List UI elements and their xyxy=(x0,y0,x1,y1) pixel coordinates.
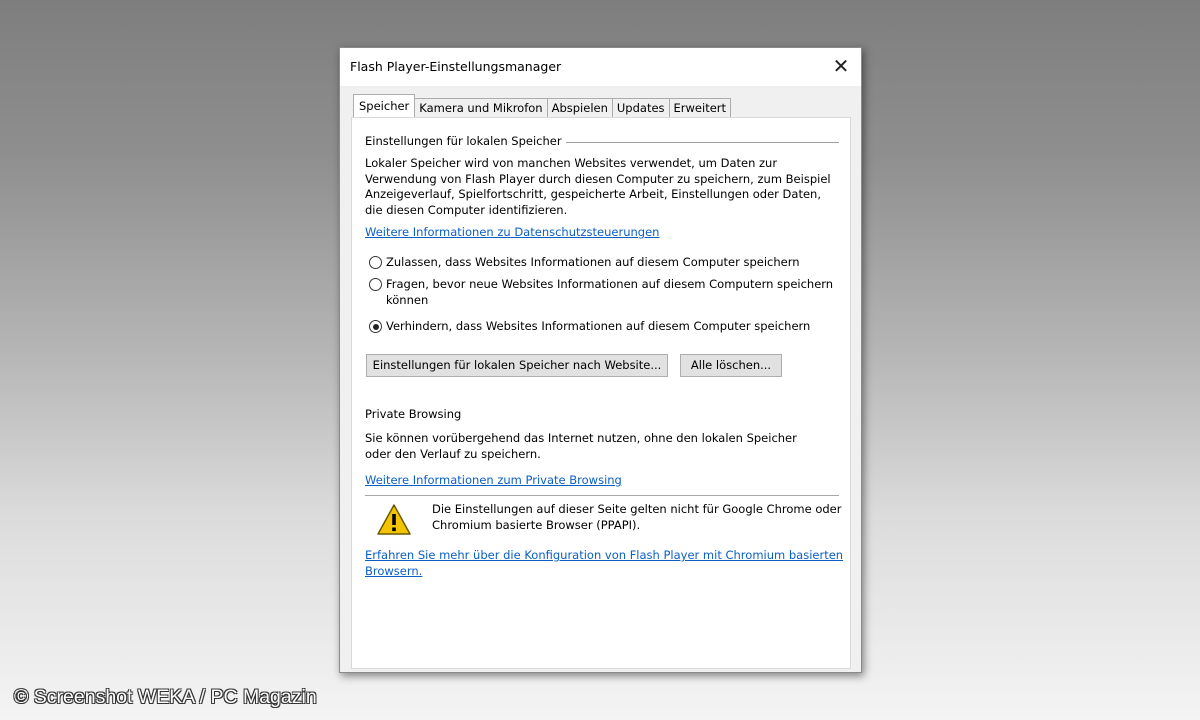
radio-block-storage[interactable]: Verhindern, dass Websites Informationen … xyxy=(369,319,810,335)
chrome-notice-text: Die Einstellungen auf dieser Seite gelte… xyxy=(432,502,841,533)
private-browsing-description: Sie können vorübergehend das Internet nu… xyxy=(365,431,797,462)
radio-button[interactable] xyxy=(369,256,382,269)
window-title: Flash Player-Einstellungsmanager xyxy=(350,59,562,74)
description-line: Lokaler Speicher wird von manchen Websit… xyxy=(365,156,778,170)
heading-divider xyxy=(566,142,839,143)
description-line: Sie können vorübergehend das Internet nu… xyxy=(365,431,797,445)
radio-ask-before-storage[interactable]: Fragen, bevor neue Websites Informatione… xyxy=(369,277,833,308)
title-bar: Flash Player-Einstellungsmanager ✕ xyxy=(340,48,861,86)
radio-label: Fragen, bevor neue Websites Informatione… xyxy=(386,277,833,308)
radio-allow-storage[interactable]: Zulassen, dass Websites Informationen au… xyxy=(369,255,800,271)
description-line: oder den Verlauf zu speichern. xyxy=(365,446,541,461)
link-line[interactable]: Browsern. xyxy=(365,564,843,580)
privacy-controls-link[interactable]: Weitere Informationen zu Datenschutzsteu… xyxy=(365,225,659,239)
notice-divider xyxy=(365,495,839,496)
warning-icon xyxy=(377,504,411,535)
notice-line: Die Einstellungen auf dieser Seite gelte… xyxy=(432,502,842,516)
private-browsing-link[interactable]: Weitere Informationen zum Private Browsi… xyxy=(365,473,622,487)
radio-label: Zulassen, dass Websites Informationen au… xyxy=(386,255,800,269)
tab-kamera-und-mikrofon[interactable]: Kamera und Mikrofon xyxy=(414,98,548,117)
radio-label-line: können xyxy=(386,292,429,307)
settings-dialog: Flash Player-Einstellungsmanager ✕ Speic… xyxy=(339,47,862,673)
radio-label: Verhindern, dass Websites Informationen … xyxy=(386,319,811,333)
tab-erweitert[interactable]: Erweitert xyxy=(668,98,732,117)
notice-line: Chromium basierte Browser (PPAPI). xyxy=(432,517,641,532)
chromium-config-link[interactable]: Erfahren Sie mehr über die Konfiguration… xyxy=(365,548,843,579)
local-storage-heading: Einstellungen für lokalen Speicher xyxy=(365,134,562,148)
close-icon[interactable]: ✕ xyxy=(825,52,857,80)
tab-abspielen[interactable]: Abspielen xyxy=(546,98,613,117)
local-storage-description: Lokaler Speicher wird von manchen Websit… xyxy=(365,156,831,218)
radio-button-checked[interactable] xyxy=(369,320,382,333)
delete-all-button[interactable]: Alle löschen... xyxy=(680,354,782,377)
description-line: die diesen Computer identifizieren. xyxy=(365,202,568,217)
tab-strip: Speicher Kamera und Mikrofon Abspielen U… xyxy=(353,94,732,117)
tab-updates[interactable]: Updates xyxy=(611,98,670,117)
description-line: Anzeigeverlauf, Spielfortschritt, gespei… xyxy=(365,187,821,201)
link-line[interactable]: Erfahren Sie mehr über die Konfiguration… xyxy=(365,548,843,564)
tab-panel-speicher: Einstellungen für lokalen Speicher Lokal… xyxy=(351,117,851,669)
per-site-storage-settings-button[interactable]: Einstellungen für lokalen Speicher nach … xyxy=(366,354,668,377)
radio-label-line: Fragen, bevor neue Websites Informatione… xyxy=(386,277,834,291)
description-line: Verwendung von Flash Player durch diesen… xyxy=(365,171,831,186)
radio-button[interactable] xyxy=(369,278,382,291)
private-browsing-heading: Private Browsing xyxy=(365,407,462,421)
tab-speicher[interactable]: Speicher xyxy=(353,94,416,117)
copyright-watermark: © Screenshot WEKA / PC Magazin xyxy=(14,686,317,708)
